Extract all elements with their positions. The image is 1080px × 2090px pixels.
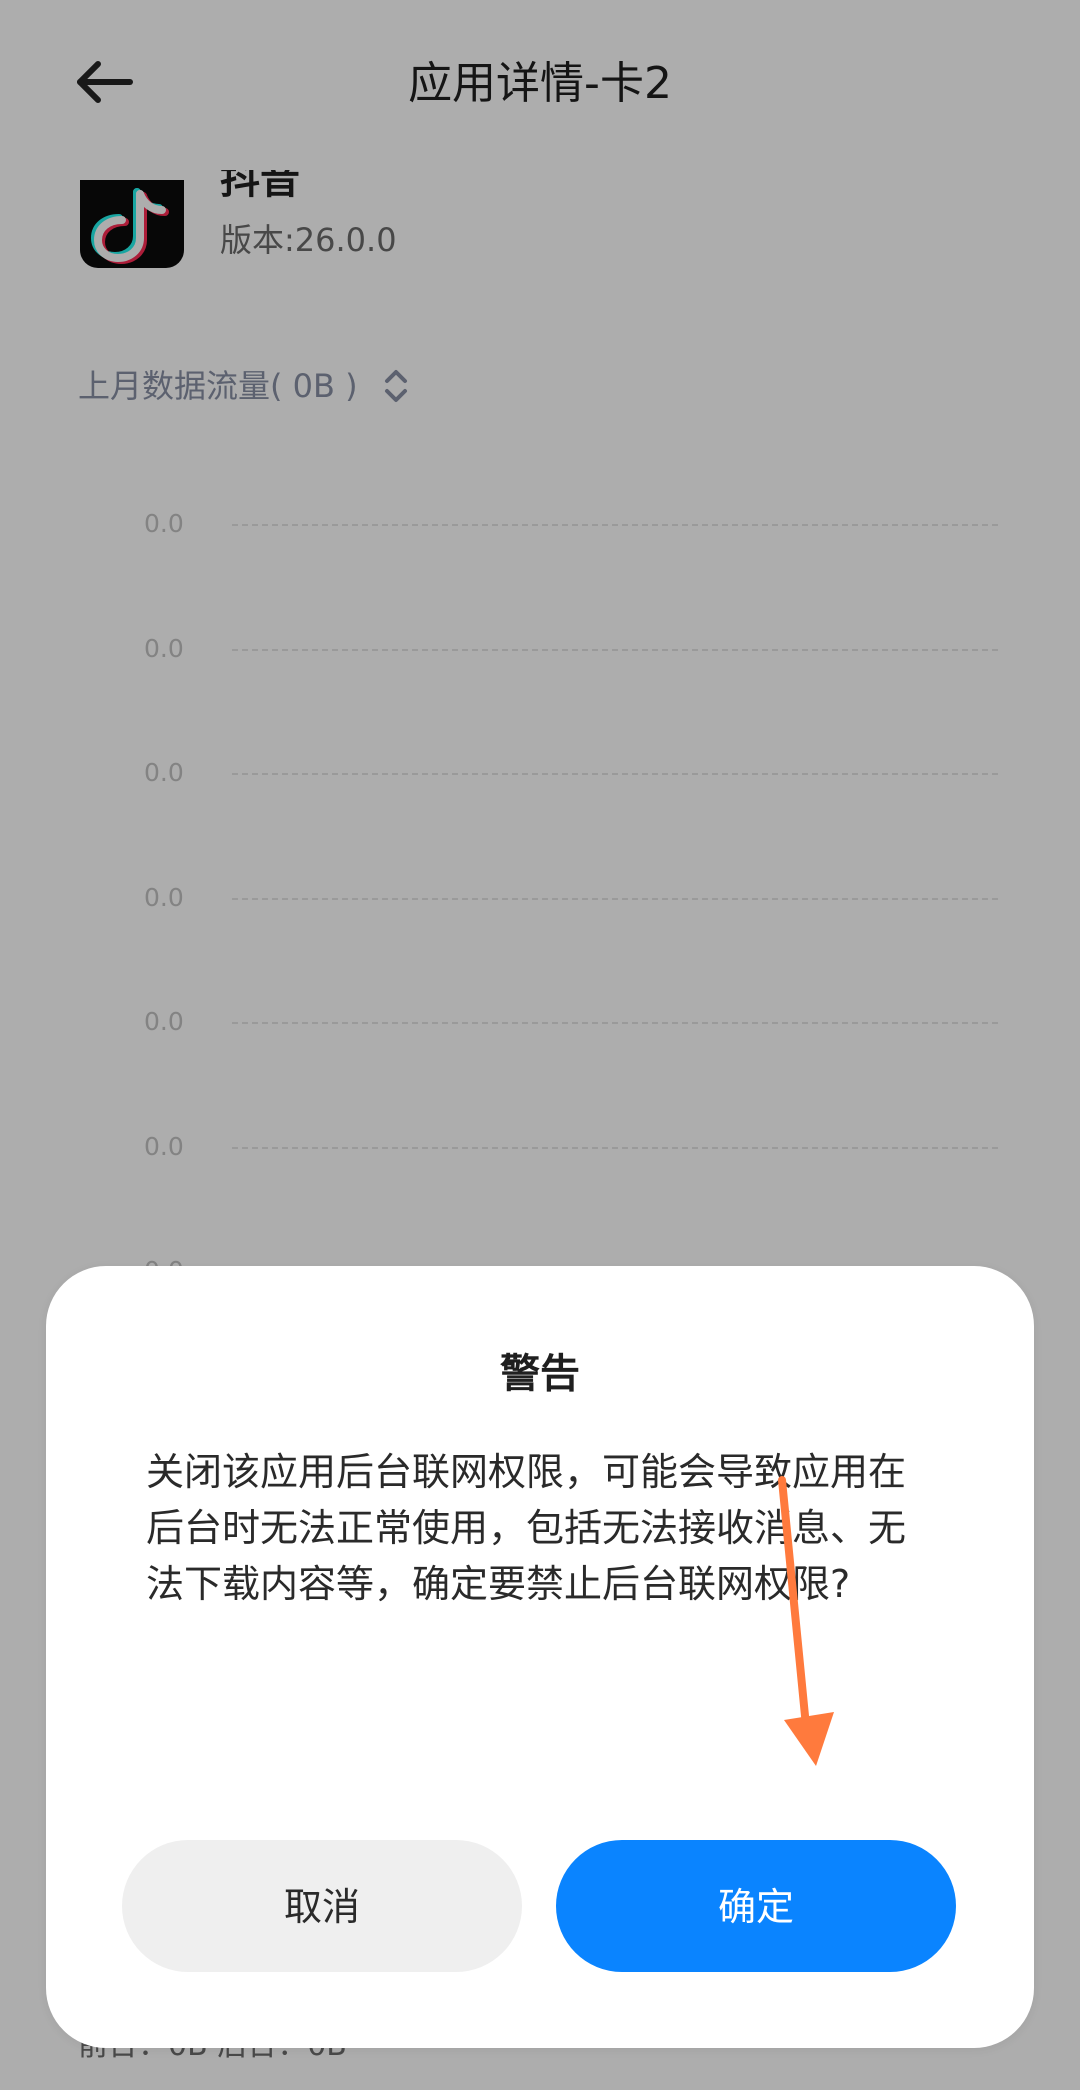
orange-arrow-icon [778, 1476, 834, 1766]
warning-dialog: 警告 关闭该应用后台联网权限，可能会导致应用在后台时无法正常使用，包括无法接收消… [46, 1266, 1034, 2048]
dialog-title: 警告 [500, 1351, 580, 1397]
confirm-button[interactable]: 确定 [556, 1840, 956, 1972]
cancel-button[interactable]: 取消 [122, 1840, 522, 1972]
dialog-buttons: 取消 确定 [122, 1840, 958, 1972]
